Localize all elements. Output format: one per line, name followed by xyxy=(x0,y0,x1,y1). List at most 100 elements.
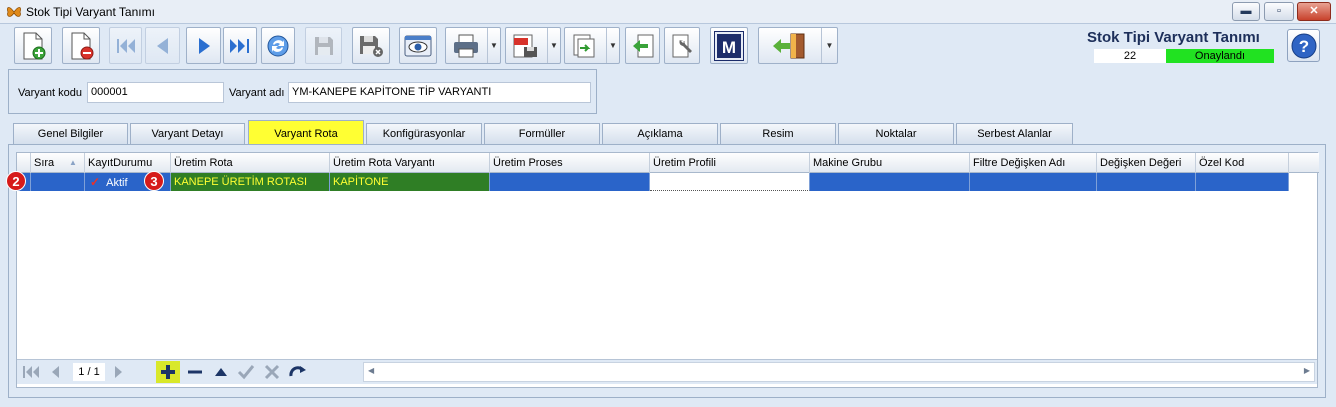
save-close-icon xyxy=(360,35,383,57)
tab-serbest-alanlar[interactable]: Serbest Alanlar xyxy=(956,123,1073,145)
print-icon xyxy=(454,34,478,57)
variant-code-field[interactable]: 000001 xyxy=(87,82,224,103)
column-header-filtre-degisken-adi[interactable]: Filtre Değişken Adı xyxy=(970,153,1097,173)
cell-uretim-rota-varyanti[interactable]: KAPİTONE xyxy=(330,173,490,191)
nav-next-button[interactable] xyxy=(109,363,129,381)
grid-navigator: 1 / 1 ◀ ▶ xyxy=(17,359,1317,384)
delete-document-icon xyxy=(71,32,94,59)
horizontal-scrollbar[interactable]: ◀ ▶ xyxy=(363,362,1315,382)
annotation-badge-3: 3 xyxy=(144,171,164,191)
cell-ozel-kod[interactable] xyxy=(1196,173,1289,191)
preview-button[interactable] xyxy=(399,27,437,64)
cell-uretim-proses[interactable] xyxy=(490,173,650,191)
route-grid: Sıra ▲ KayıtDurumu Üretim Rota Üretim Rot… xyxy=(16,152,1319,388)
window-title: Stok Tipi Varyant Tanımı xyxy=(26,5,155,19)
scroll-right-icon[interactable]: ▶ xyxy=(1304,366,1310,375)
nav-edit-button[interactable] xyxy=(211,363,231,381)
preview-icon xyxy=(404,35,432,56)
cell-uretim-profili[interactable] xyxy=(650,173,810,191)
tab-resim[interactable]: Resim xyxy=(720,123,836,145)
table-row[interactable]: ✓ Aktif KANEPE ÜRETİM ROTASI KAPİTONE xyxy=(17,173,1289,191)
plus-icon xyxy=(161,365,175,379)
svg-text:?: ? xyxy=(1298,37,1308,56)
x-icon xyxy=(264,364,280,380)
tab-varyant-detayi[interactable]: Varyant Detayı xyxy=(130,123,245,145)
save-button[interactable] xyxy=(305,27,342,64)
grid-header: Sıra ▲ KayıtDurumu Üretim Rota Üretim Rot… xyxy=(17,153,1319,173)
tab-strip: Genel Bilgiler Varyant Detayı Varyant Ro… xyxy=(12,120,1332,145)
tab-konfigurasyonlar[interactable]: Konfigürasyonlar xyxy=(366,123,482,145)
previous-record-icon xyxy=(156,37,168,54)
page-indicator: 1 / 1 xyxy=(73,363,105,381)
new-document-icon xyxy=(23,32,46,59)
tab-noktalar[interactable]: Noktalar xyxy=(838,123,954,145)
column-header-makine-grubu[interactable]: Makine Grubu xyxy=(810,153,970,173)
cell-sira[interactable] xyxy=(31,173,85,191)
back-button[interactable] xyxy=(625,27,660,64)
cell-kayit-durumu-text: Aktif xyxy=(106,177,128,189)
import-dropdown-icon[interactable]: ▼ xyxy=(606,28,619,63)
export-dropdown-icon[interactable]: ▼ xyxy=(547,28,560,63)
tab-formuller[interactable]: Formüller xyxy=(484,123,600,145)
status-badge: Onaylandı xyxy=(1166,49,1274,63)
m-button[interactable]: M xyxy=(710,27,748,64)
tab-aciklama[interactable]: Açıklama xyxy=(602,123,718,145)
tab-varyant-rota[interactable]: Varyant Rota xyxy=(248,120,364,145)
last-record-button[interactable] xyxy=(223,27,257,64)
refresh-button[interactable] xyxy=(261,27,295,64)
form-title: Stok Tipi Varyant Tanımı xyxy=(1087,29,1260,46)
restore-button[interactable]: ▫ xyxy=(1264,2,1294,21)
help-icon: ? xyxy=(1291,33,1316,58)
help-button[interactable]: ? xyxy=(1287,29,1320,62)
column-header-ozel-kod[interactable]: Özel Kod xyxy=(1196,153,1289,173)
variant-fields-group: Varyant kodu 000001 Varyant adı YM-KANEP… xyxy=(8,69,597,114)
export-pdf-button[interactable]: ▼ xyxy=(505,27,561,64)
redo-icon xyxy=(289,366,306,377)
nav-cancel-button[interactable] xyxy=(262,363,282,381)
column-header-sira[interactable]: Sıra ▲ xyxy=(31,153,85,173)
previous-record-button[interactable] xyxy=(145,27,180,64)
butterfly-icon xyxy=(6,4,22,20)
first-record-button[interactable] xyxy=(109,27,142,64)
print-button[interactable]: ▼ xyxy=(445,27,501,64)
column-header-uretim-proses[interactable]: Üretim Proses xyxy=(490,153,650,173)
column-header-uretim-rota[interactable]: Üretim Rota xyxy=(171,153,330,173)
column-label: Sıra xyxy=(34,157,55,169)
nav-post-button[interactable] xyxy=(236,363,256,381)
column-header-kayit-durumu[interactable]: KayıtDurumu xyxy=(85,153,171,173)
cell-degisken-degeri[interactable] xyxy=(1097,173,1196,191)
minus-icon xyxy=(188,370,202,374)
row-indicator-header xyxy=(17,153,31,173)
print-dropdown-icon[interactable]: ▼ xyxy=(487,28,500,63)
tools-icon xyxy=(672,34,692,57)
variant-name-field[interactable]: YM-KANEPE KAPİTONE TİP VARYANTI xyxy=(288,82,591,103)
exit-dropdown-icon[interactable]: ▼ xyxy=(821,28,837,63)
cell-uretim-rota[interactable]: KANEPE ÜRETİM ROTASI xyxy=(171,173,330,191)
column-header-uretim-rota-varyanti[interactable]: Üretim Rota Varyantı xyxy=(330,153,490,173)
new-button[interactable] xyxy=(14,27,52,64)
minimize-button[interactable]: ▬ xyxy=(1232,2,1260,21)
next-record-button[interactable] xyxy=(186,27,221,64)
cell-makine-grubu[interactable] xyxy=(810,173,970,191)
tab-genel-bilgiler[interactable]: Genel Bilgiler xyxy=(13,123,128,145)
delete-button[interactable] xyxy=(62,27,100,64)
nav-delete-button[interactable] xyxy=(185,363,205,381)
column-header-uretim-profili[interactable]: Üretim Profili xyxy=(650,153,810,173)
exit-button[interactable]: ▼ xyxy=(758,27,838,64)
variant-code-label: Varyant kodu xyxy=(18,87,83,99)
nav-refresh-button[interactable] xyxy=(288,363,308,381)
close-button[interactable]: ✕ xyxy=(1297,2,1331,21)
column-header-degisken-degeri[interactable]: Değişken Değeri xyxy=(1097,153,1196,173)
nav-first-button[interactable] xyxy=(21,363,41,381)
import-export-icon xyxy=(573,34,595,57)
nav-add-button[interactable] xyxy=(156,361,180,383)
nav-prev-button[interactable] xyxy=(45,363,65,381)
import-export-button[interactable]: ▼ xyxy=(564,27,620,64)
export-pdf-icon xyxy=(513,34,537,57)
cell-filtre-degisken-adi[interactable] xyxy=(970,173,1097,191)
first-record-icon xyxy=(116,38,135,53)
sort-asc-icon: ▲ xyxy=(69,158,77,167)
tools-button[interactable] xyxy=(664,27,700,64)
save-close-button[interactable] xyxy=(352,27,390,64)
scroll-left-icon[interactable]: ◀ xyxy=(368,366,374,375)
